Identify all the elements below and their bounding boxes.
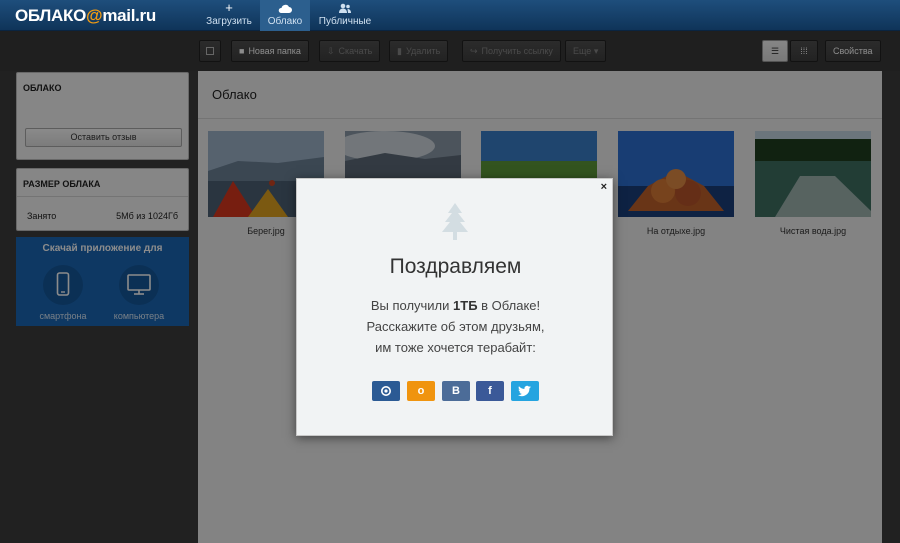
dialog-message: Вы получили 1ТБ в Облаке! Расскажите об … <box>297 295 614 358</box>
top-bar: ОБЛАКО@mail.ru + Загрузить Облако Публич… <box>0 0 900 31</box>
dialog-line-1: Вы получили 1ТБ в Облаке! <box>370 298 541 313</box>
nav-upload[interactable]: + Загрузить <box>200 0 258 31</box>
dialog-line-3: им тоже хочется терабайт: <box>375 340 536 355</box>
users-icon <box>316 0 374 16</box>
dialog-line-2: Расскажите об этом друзьям, <box>366 319 545 334</box>
tree-icon <box>441 203 469 246</box>
nav-public[interactable]: Публичные <box>316 0 374 31</box>
cloud-icon <box>260 0 310 16</box>
facebook-share-icon[interactable]: f <box>476 381 504 401</box>
dialog-title: Поздравляем <box>389 255 522 278</box>
odnoklassniki-share-icon[interactable]: о <box>407 381 435 401</box>
nav-cloud[interactable]: Облако <box>260 0 310 31</box>
congrats-dialog: × Поздравляем Вы получили 1ТБ в Облаке! … <box>296 178 613 436</box>
mailru-share-icon[interactable] <box>372 381 400 401</box>
plus-icon: + <box>225 0 233 15</box>
vkontakte-share-icon[interactable]: В <box>442 381 470 401</box>
close-icon[interactable]: × <box>601 181 607 193</box>
logo[interactable]: ОБЛАКО@mail.ru <box>15 6 156 26</box>
twitter-share-icon[interactable] <box>511 381 539 401</box>
